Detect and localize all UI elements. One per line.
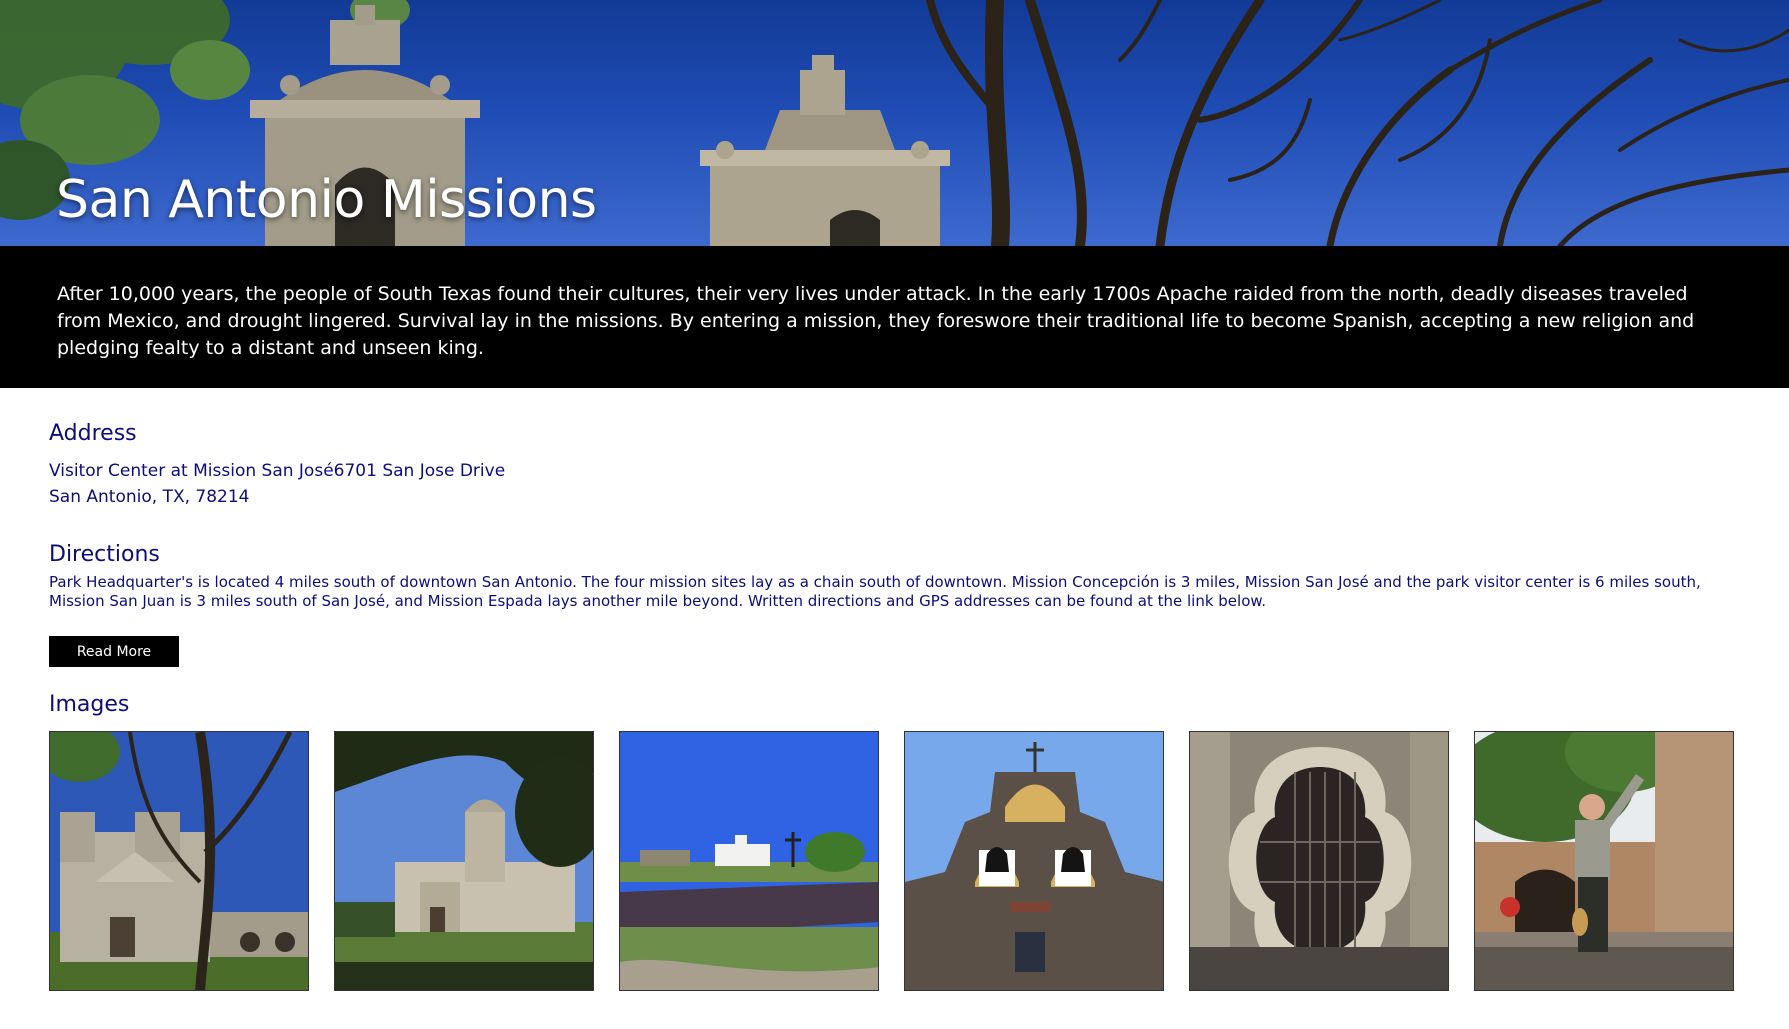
gallery-image-6[interactable] bbox=[1474, 731, 1734, 991]
gallery-image-2[interactable] bbox=[334, 731, 594, 991]
hero-banner: San Antonio Missions bbox=[0, 0, 1789, 246]
directions-text: Park Headquarter's is located 4 miles so… bbox=[49, 573, 1701, 610]
gallery-image-1[interactable] bbox=[49, 731, 309, 991]
address-heading: Address bbox=[49, 421, 137, 446]
intro-text: After 10,000 years, the people of South … bbox=[57, 283, 1695, 359]
gallery-image-3[interactable] bbox=[619, 731, 879, 991]
gallery-image-5[interactable] bbox=[1189, 731, 1449, 991]
gallery-image-4[interactable] bbox=[904, 731, 1164, 991]
address-line-1: Visitor Center at Mission San José6701 S… bbox=[49, 461, 506, 481]
read-more-button[interactable]: Read More bbox=[49, 636, 179, 667]
address-line-2: San Antonio, TX, 78214 bbox=[49, 487, 250, 507]
intro-band: After 10,000 years, the people of South … bbox=[0, 246, 1789, 388]
images-heading: Images bbox=[49, 692, 130, 717]
directions-heading: Directions bbox=[49, 542, 160, 567]
page-title: San Antonio Missions bbox=[56, 170, 597, 230]
